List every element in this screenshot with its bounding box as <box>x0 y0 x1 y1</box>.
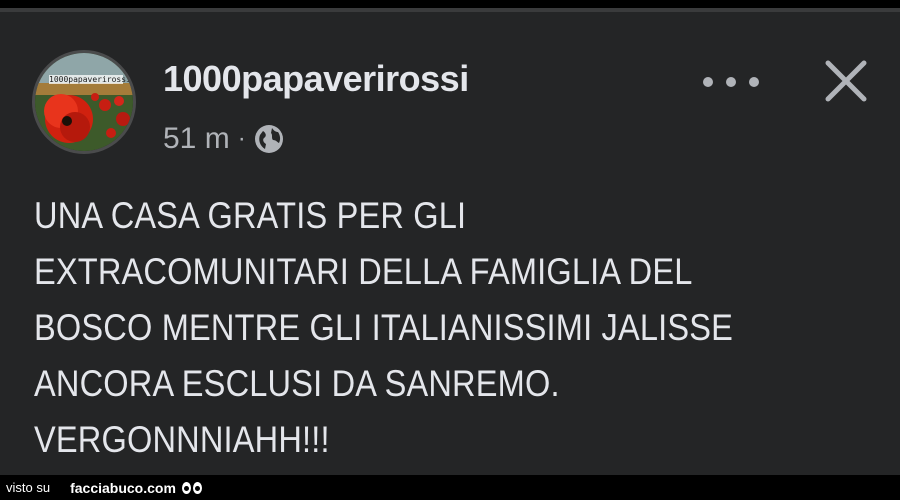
close-icon[interactable] <box>822 57 870 105</box>
avatar[interactable]: 1000papaverirossi <box>32 50 136 154</box>
eye-right <box>192 481 202 494</box>
seen-on-label: visto su <box>6 480 51 495</box>
poppy-field-image <box>35 53 133 151</box>
more-options-icon[interactable] <box>703 70 759 94</box>
eyes-icon <box>181 481 202 494</box>
eye-left <box>181 481 191 494</box>
dot <box>703 77 713 87</box>
author-name[interactable]: 1000papaverirossi <box>163 58 469 100</box>
globe-icon <box>254 125 283 153</box>
top-border <box>0 0 900 8</box>
post-time[interactable]: 51 m <box>163 122 230 156</box>
post-card: 1000papaverirossi 1000papaverirossi 51 m… <box>0 8 900 479</box>
dot <box>726 77 736 87</box>
watermark-footer: visto su facciabuco.com <box>0 475 900 500</box>
site-name: facciabuco.com <box>70 479 176 496</box>
post-body-text: UNA CASA GRATIS PER GLI EXTRACOMUNITARI … <box>34 195 734 460</box>
dot <box>749 77 759 87</box>
avatar-watermark-text: 1000papaverirossi <box>49 75 131 84</box>
meta-separator: · <box>237 125 246 152</box>
post-meta: 51 m · <box>163 121 284 157</box>
